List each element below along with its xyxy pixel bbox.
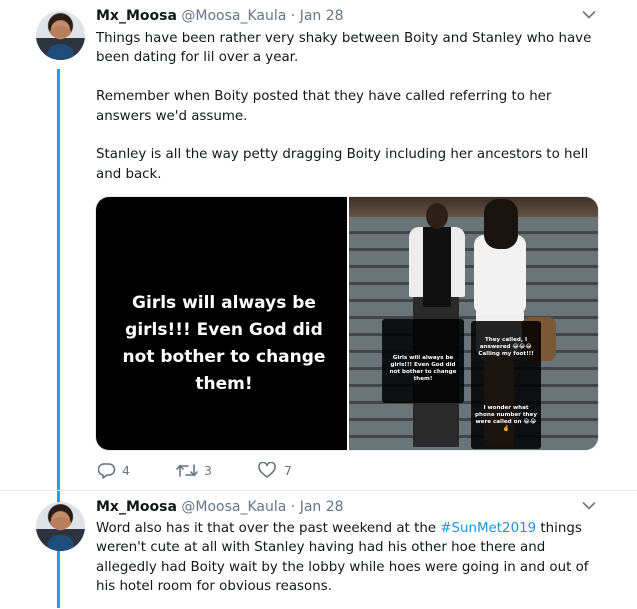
tweet-header: Mx_Moosa @Moosa_Kaula · Jan 28 [96, 8, 344, 24]
overlay-phone-text: I wonder what phone number they were cal… [475, 405, 537, 432]
tweet[interactable]: Mx_Moosa @Moosa_Kaula · Jan 28 Word also… [0, 490, 637, 609]
tweet-text: Word also has it that over the past week… [96, 519, 596, 597]
tweet-paragraph: Things have been rather very shaky betwe… [96, 31, 592, 66]
overlay-called-text: They called, I answered 😂😂😂 Calling my f… [478, 337, 534, 357]
tweet[interactable]: Mx_Moosa @Moosa_Kaula · Jan 28 Things ha… [0, 0, 637, 490]
retweet-count: 3 [204, 463, 212, 478]
overlay-story-screenshot: Girls will always be girls!!! Even God d… [382, 319, 464, 403]
overlay-story-screenshot: They called, I answered 😂😂😂 Calling my f… [471, 321, 541, 449]
tweet-media[interactable]: Girls will always be girls!!! Even God d… [95, 196, 599, 451]
user-handle[interactable]: @Moosa_Kaula [181, 499, 286, 515]
tweet-header: Mx_Moosa @Moosa_Kaula · Jan 28 [96, 499, 344, 515]
overlay-small-quote: Girls will always be girls!!! Even God d… [389, 355, 457, 382]
chevron-down-icon[interactable] [582, 501, 596, 511]
media-image-couple-photo[interactable]: Girls will always be girls!!! Even God d… [349, 197, 598, 450]
like-count: 7 [284, 463, 292, 478]
reply-count: 4 [122, 463, 130, 478]
tweet-date[interactable]: Jan 28 [300, 499, 344, 515]
tweet-date[interactable]: Jan 28 [300, 8, 344, 24]
media-image-quote[interactable]: Girls will always be girls!!! Even God d… [96, 197, 347, 450]
tweet-text: Things have been rather very shaky betwe… [96, 29, 596, 204]
tweet-paragraph: Stanley is all the way petty dragging Bo… [96, 147, 589, 182]
tweet-paragraph: Remember when Boity posted that they hav… [96, 89, 552, 124]
heart-icon [258, 462, 276, 478]
separator-dot: · [290, 499, 296, 515]
retweet-icon [176, 464, 198, 477]
avatar[interactable] [36, 502, 85, 551]
display-name[interactable]: Mx_Moosa [96, 8, 177, 24]
hashtag-link[interactable]: #SunMet2019 [440, 521, 536, 536]
avatar[interactable] [36, 11, 85, 60]
user-handle[interactable]: @Moosa_Kaula [181, 8, 286, 24]
chevron-down-icon[interactable] [582, 10, 596, 20]
display-name[interactable]: Mx_Moosa [96, 499, 177, 515]
separator-dot: · [290, 8, 296, 24]
media-quote-text: Girls will always be girls!!! Even God d… [122, 293, 326, 394]
reply-icon [98, 463, 116, 479]
tweet-text-start: Word also has it that over the past week… [96, 521, 441, 536]
